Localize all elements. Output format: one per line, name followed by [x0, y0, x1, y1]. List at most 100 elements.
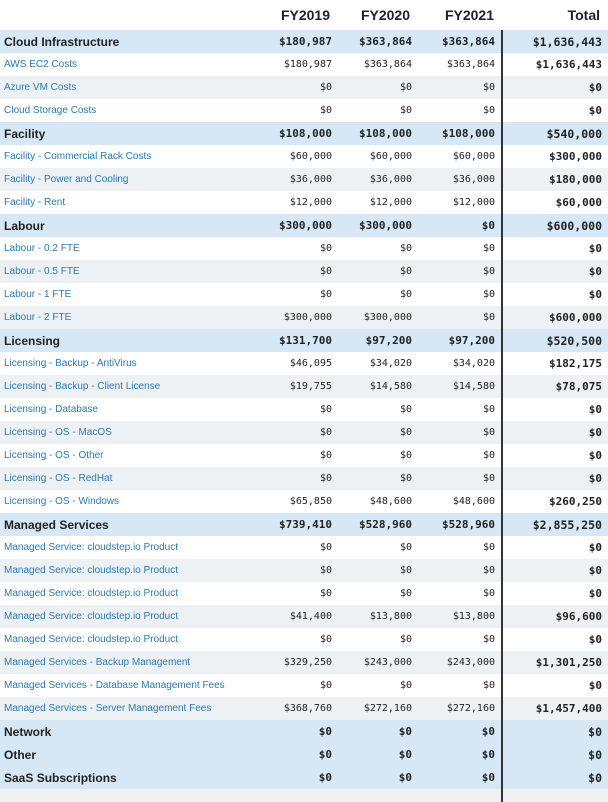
line-item-link[interactable]: Managed Service: cloudstep.io Product — [4, 611, 178, 622]
header-fy2020: FY2020 — [338, 0, 418, 30]
fy2021-value: $0 — [418, 582, 502, 605]
fy2020-value: $272,160 — [338, 697, 418, 720]
fy2019-value: $0 — [240, 444, 338, 467]
total-value: $0 — [501, 743, 608, 766]
line-item-row: Licensing - OS - MacOS $0 $0 $0 $0 — [0, 421, 608, 444]
total-value: $0 — [501, 283, 608, 306]
fy2019-value: $19,755 — [240, 375, 338, 398]
header-empty — [0, 0, 240, 30]
fy2021-value: $108,000 — [418, 122, 502, 145]
line-item-link[interactable]: Cloud Storage Costs — [4, 105, 96, 116]
line-item-cell: Labour - 2 FTE — [0, 306, 240, 329]
fy2021-value: $97,200 — [418, 329, 502, 352]
line-item-link[interactable]: Licensing - OS - RedHat — [4, 473, 112, 484]
fy2020-value: $0 — [338, 467, 418, 490]
line-item-link[interactable]: Managed Services - Backup Management — [4, 657, 190, 668]
fy2021-value: $0 — [418, 283, 502, 306]
line-item-link[interactable]: Licensing - OS - Other — [4, 450, 103, 461]
line-item-link[interactable]: Licensing - Backup - Client License — [4, 381, 160, 392]
line-item-link[interactable]: Azure VM Costs — [4, 82, 76, 93]
category-row: Cloud Infrastructure $180,987 $363,864 $363… — [0, 30, 608, 53]
fy2020-value: $48,600 — [338, 490, 418, 513]
table-footer-spacer — [0, 789, 608, 802]
total-value: $0 — [501, 559, 608, 582]
fy2020-value: $0 — [338, 628, 418, 651]
fy2019-value: $0 — [240, 76, 338, 99]
fy2020-value: $13,800 — [338, 605, 418, 628]
fy2021-value: $0 — [418, 99, 502, 122]
category-name: Labour — [0, 214, 240, 237]
line-item-cell: Cloud Storage Costs — [0, 99, 240, 122]
line-item-cell: Licensing - Backup - AntiVirus — [0, 352, 240, 375]
line-item-row: Licensing - Backup - AntiVirus $46,095 $34… — [0, 352, 608, 375]
line-item-link[interactable]: Labour - 0.2 FTE — [4, 243, 80, 254]
category-name: Other — [0, 743, 240, 766]
total-value: $0 — [501, 536, 608, 559]
fy2019-value: $0 — [240, 421, 338, 444]
line-item-link[interactable]: Managed Service: cloudstep.io Product — [4, 542, 178, 553]
line-item-link[interactable]: Licensing - OS - MacOS — [4, 427, 112, 438]
line-item-cell: Licensing - OS - MacOS — [0, 421, 240, 444]
fy2020-value: $363,864 — [338, 53, 418, 76]
fy2021-value: $0 — [418, 76, 502, 99]
line-item-link[interactable]: Managed Service: cloudstep.io Product — [4, 634, 178, 645]
fy2020-value: $14,580 — [338, 375, 418, 398]
category-row: Managed Services $739,410 $528,960 $528,960… — [0, 513, 608, 536]
fy2021-value: $12,000 — [418, 191, 502, 214]
line-item-link[interactable]: Facility - Rent — [4, 197, 65, 208]
line-item-link[interactable]: Managed Services - Server Management Fee… — [4, 703, 211, 714]
line-item-cell: Licensing - OS - Other — [0, 444, 240, 467]
fy2019-value: $108,000 — [240, 122, 338, 145]
fy2021-value: $243,000 — [418, 651, 502, 674]
fy2019-value: $0 — [240, 99, 338, 122]
fy2020-value: $0 — [338, 444, 418, 467]
line-item-link[interactable]: Labour - 1 FTE — [4, 289, 71, 300]
fy2020-value: $363,864 — [338, 30, 418, 53]
line-item-row: Facility - Commercial Rack Costs $60,000 $… — [0, 145, 608, 168]
total-value: $0 — [501, 237, 608, 260]
fy2019-value: $0 — [240, 743, 338, 766]
total-value: $0 — [501, 444, 608, 467]
total-value: $182,175 — [501, 352, 608, 375]
line-item-link[interactable]: Licensing - Backup - AntiVirus — [4, 358, 137, 369]
fy2020-value: $0 — [338, 237, 418, 260]
fy2020-value: $60,000 — [338, 145, 418, 168]
fy2021-value: $0 — [418, 306, 502, 329]
line-item-row: Labour - 2 FTE $300,000 $300,000 $0 $600,000 — [0, 306, 608, 329]
spacer-cell — [240, 789, 338, 802]
fy2020-value: $0 — [338, 582, 418, 605]
total-value: $300,000 — [501, 145, 608, 168]
line-item-cell: Licensing - OS - RedHat — [0, 467, 240, 490]
line-item-link[interactable]: Facility - Commercial Rack Costs — [4, 151, 151, 162]
fy2021-value: $0 — [418, 536, 502, 559]
line-item-link[interactable]: Managed Services - Database Management F… — [4, 680, 225, 691]
line-item-row: Labour - 0.5 FTE $0 $0 $0 $0 — [0, 260, 608, 283]
category-name: Facility — [0, 122, 240, 145]
line-item-link[interactable]: Labour - 2 FTE — [4, 312, 71, 323]
line-item-cell: Managed Service: cloudstep.io Product — [0, 536, 240, 559]
line-item-row: Managed Service: cloudstep.io Product $41… — [0, 605, 608, 628]
total-value: $0 — [501, 398, 608, 421]
line-item-link[interactable]: Labour - 0.5 FTE — [4, 266, 80, 277]
line-item-link[interactable]: Managed Service: cloudstep.io Product — [4, 565, 178, 576]
category-row: SaaS Subscriptions $0 $0 $0 $0 — [0, 766, 608, 789]
total-value: $540,000 — [501, 122, 608, 145]
line-item-link[interactable]: Licensing - OS - Windows — [4, 496, 119, 507]
total-value: $78,075 — [501, 375, 608, 398]
line-item-cell: AWS EC2 Costs — [0, 53, 240, 76]
line-item-cell: Managed Service: cloudstep.io Product — [0, 582, 240, 605]
line-item-row: Licensing - OS - Windows $65,850 $48,600 $4… — [0, 490, 608, 513]
fy2020-value: $0 — [338, 99, 418, 122]
fy2021-value: $0 — [418, 674, 502, 697]
fy2021-value: $0 — [418, 743, 502, 766]
fy2019-value: $329,250 — [240, 651, 338, 674]
header-total: Total — [502, 0, 608, 30]
line-item-link[interactable]: Facility - Power and Cooling — [4, 174, 129, 185]
category-row: Facility $108,000 $108,000 $108,000 $540,000 — [0, 122, 608, 145]
line-item-link[interactable]: AWS EC2 Costs — [4, 59, 77, 70]
line-item-link[interactable]: Managed Service: cloudstep.io Product — [4, 588, 178, 599]
category-name: Cloud Infrastructure — [0, 30, 240, 53]
fy2019-value: $0 — [240, 674, 338, 697]
line-item-cell: Azure VM Costs — [0, 76, 240, 99]
line-item-link[interactable]: Licensing - Database — [4, 404, 98, 415]
